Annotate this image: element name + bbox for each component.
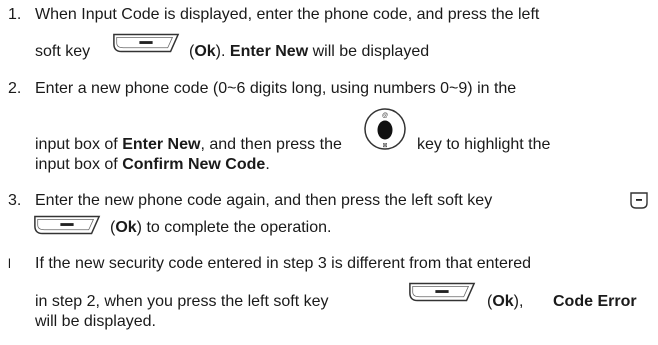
left-soft-key-icon [33, 214, 101, 236]
step-text: key to highlight the [417, 136, 551, 153]
step-text: (Ok). Enter New will be displayed [189, 43, 430, 60]
svg-text:@: @ [382, 113, 388, 119]
note-text: in step 2, when you press the left soft … [35, 293, 329, 310]
step-text: When Input Code is displayed, enter the … [35, 6, 540, 23]
end-key-icon [630, 192, 648, 209]
step-number: 1. [8, 6, 22, 23]
step-text: input box of Confirm New Code. [35, 156, 270, 173]
step-text: Enter a new phone code (0~6 digits long,… [35, 80, 517, 97]
note-text: If the new security code entered in step… [35, 255, 531, 272]
bullet-icon: l [8, 256, 11, 271]
note-text: will be displayed. [35, 313, 156, 330]
left-soft-key-icon [408, 281, 476, 303]
navigation-key-icon: @ ⊠ [364, 108, 406, 150]
note-text: Code Error [553, 293, 637, 310]
step-number: 3. [8, 192, 22, 209]
step-text: Enter the new phone code again, and then… [35, 192, 493, 209]
step-text: input box of Enter New, and then press t… [35, 136, 342, 153]
step-number: 2. [8, 80, 22, 97]
step-text: soft key [35, 43, 91, 60]
svg-text:⊠: ⊠ [382, 143, 387, 149]
left-soft-key-icon [112, 32, 180, 54]
note-text: (Ok), [487, 293, 524, 310]
step-text: (Ok) to complete the operation. [110, 219, 332, 236]
